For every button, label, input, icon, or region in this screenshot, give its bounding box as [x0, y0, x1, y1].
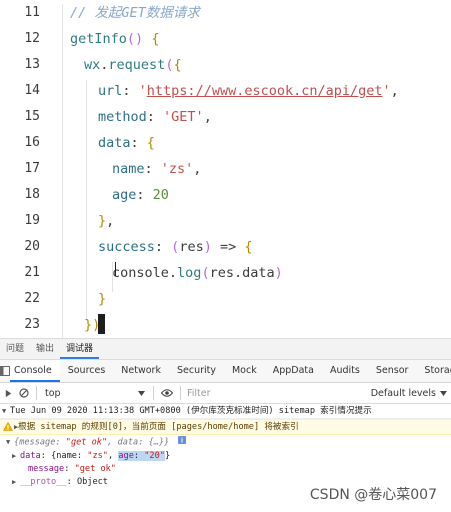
object-property-message: message: "get ok" — [28, 463, 116, 474]
eye-icon[interactable] — [158, 389, 176, 397]
warning-text: 根据 sitemap 的规则[0]，当前页面 [pages/home/home]… — [18, 422, 299, 432]
code-line-16: data: { — [98, 135, 155, 151]
chevron-down-icon — [440, 390, 447, 396]
tab-appdata[interactable]: AppData — [265, 360, 322, 382]
line-number-gutter: 11 12 13 14 15 16 17 18 19 20 21 22 23 — [0, 0, 58, 338]
tab-output[interactable]: 输出 — [30, 339, 60, 359]
line-number: 11 — [24, 5, 40, 20]
object-summary: {message: "get ok", data: {…}} — [14, 437, 170, 448]
line-number: 19 — [24, 213, 40, 228]
code-line-22: } — [98, 291, 107, 307]
object-property-data[interactable]: ▶ data: {name: "zs", age: "20"} — [0, 450, 451, 463]
code-line-15: method: 'GET', — [98, 109, 212, 125]
code-line-21: console.log(res.data) — [112, 265, 283, 281]
expand-arrow-icon[interactable]: ▶ — [12, 450, 16, 463]
context-selector[interactable]: top — [41, 388, 149, 399]
toolbar-divider — [180, 386, 181, 400]
log-levels-label: Default levels — [370, 387, 436, 399]
line-number: 15 — [24, 109, 40, 124]
line-number: 22 — [24, 291, 40, 306]
indent-guide — [86, 80, 87, 320]
line-number: 23 — [24, 317, 40, 332]
indent-guide — [62, 4, 63, 338]
code-line-17: name: 'zs', — [112, 161, 202, 177]
line-number: 20 — [24, 239, 40, 254]
console-toolbar: top Default levels — [0, 383, 451, 404]
panel-tab-bar: 问题 输出 调试器 — [0, 338, 451, 360]
code-line-19: }, — [98, 213, 115, 229]
context-value: top — [45, 387, 61, 399]
tab-debugger[interactable]: 调试器 — [60, 339, 100, 359]
clear-console-icon[interactable] — [16, 388, 32, 398]
text-caret — [98, 314, 105, 334]
watermark: CSDN @卷心菜007 — [309, 487, 437, 503]
tab-storage[interactable]: Storage — [416, 360, 451, 382]
log-text: Tue Jun 09 2020 11:13:38 GMT+0800 (伊尔库茨克… — [10, 406, 372, 416]
tab-security[interactable]: Security — [169, 360, 224, 382]
code-line-20: success: (res) => { — [98, 239, 253, 255]
devtools-menu-icon[interactable] — [0, 360, 10, 382]
code-line-14: url: 'https://www.escook.cn/api/get', — [98, 83, 399, 99]
expand-arrow-icon[interactable]: ▶ — [14, 420, 18, 434]
line-number: 21 — [24, 265, 40, 280]
url-link[interactable]: https://www.escook.cn/api/get — [147, 83, 383, 99]
chevron-down-icon — [138, 390, 145, 396]
warning-icon — [2, 421, 14, 436]
text-cursor-ibeam — [115, 262, 116, 276]
line-number: 14 — [24, 83, 40, 98]
line-number: 18 — [24, 187, 40, 202]
tab-sources[interactable]: Sources — [60, 360, 114, 382]
line-number: 16 — [24, 135, 40, 150]
toolbar-divider — [36, 386, 37, 400]
console-object-entry[interactable]: ▼ {message: "get ok", data: {…}} — [0, 435, 451, 450]
expand-arrow-icon[interactable]: ▶ — [12, 476, 16, 489]
devtools-panel: 问题 输出 调试器 Console Sources Network Securi… — [0, 338, 451, 512]
line-number: 12 — [24, 31, 40, 46]
tab-sensor[interactable]: Sensor — [368, 360, 417, 382]
devtools-tab-bar: Console Sources Network Security Mock Ap… — [0, 360, 451, 383]
filter-input[interactable] — [185, 386, 339, 400]
console-output[interactable]: ▼ Tue Jun 09 2020 11:13:38 GMT+0800 (伊尔库… — [0, 404, 451, 489]
sidebar-toggle-icon[interactable] — [0, 389, 16, 398]
code-line-11: // 发起GET数据请求 — [70, 5, 200, 21]
toolbar-divider — [153, 386, 154, 400]
expand-arrow-icon[interactable]: ▼ — [6, 435, 10, 449]
code-line-18: age: 20 — [112, 187, 169, 203]
console-warning-entry[interactable]: ▶ 根据 sitemap 的规则[0]，当前页面 [pages/home/hom… — [0, 419, 451, 435]
tab-console[interactable]: Console — [10, 360, 60, 382]
tab-network[interactable]: Network — [113, 360, 169, 382]
log-levels-dropdown[interactable]: Default levels — [371, 388, 451, 399]
line-number: 17 — [24, 161, 40, 176]
code-editor[interactable]: 11 12 13 14 15 16 17 18 19 20 21 22 23 /… — [0, 0, 451, 338]
line-number: 13 — [24, 57, 40, 72]
code-line-13: wx.request({ — [84, 57, 182, 73]
info-icon[interactable] — [177, 435, 186, 449]
tab-audits[interactable]: Audits — [322, 360, 368, 382]
tab-mock[interactable]: Mock — [224, 360, 265, 382]
tab-problems[interactable]: 问题 — [0, 339, 30, 359]
expand-arrow-icon[interactable]: ▼ — [2, 404, 6, 418]
console-log-entry[interactable]: ▼ Tue Jun 09 2020 11:13:38 GMT+0800 (伊尔库… — [0, 404, 451, 419]
code-line-12: getInfo() { — [70, 31, 160, 47]
